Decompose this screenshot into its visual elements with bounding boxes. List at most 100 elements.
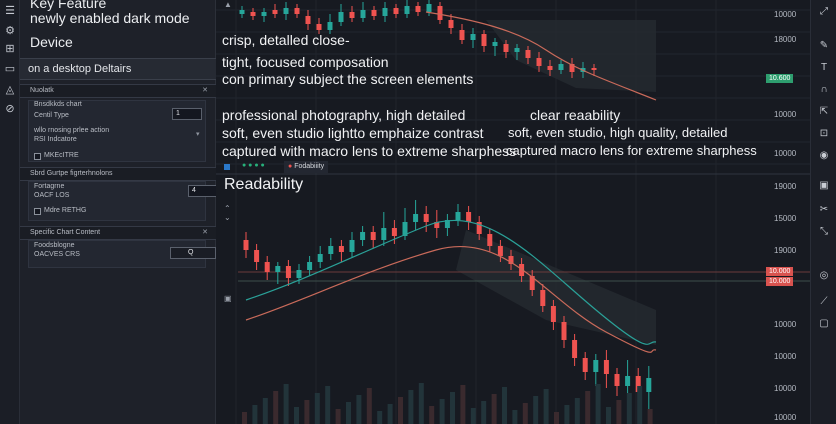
volume-bar <box>242 412 247 424</box>
top-candle-body <box>492 42 498 46</box>
text-icon[interactable]: T <box>818 62 830 74</box>
price-label: 15000 <box>774 214 797 223</box>
collapse-icon[interactable]: ✕ <box>202 227 208 239</box>
top-candle-body <box>305 16 311 24</box>
bottom-candle-body <box>593 360 599 372</box>
top-candle-body <box>558 64 564 70</box>
expand-chevron-icon[interactable]: ⌄ <box>224 213 231 222</box>
expand-icon[interactable]: ⤢ <box>818 6 830 18</box>
section-specific[interactable]: Specific Chart Content ✕ <box>20 226 216 240</box>
centil-type-value: 1 <box>176 110 180 117</box>
collapse-chevron-icon[interactable]: ⌃ <box>224 204 231 213</box>
eye-icon[interactable]: ◉ <box>818 150 830 162</box>
bottom-candle-body <box>603 360 609 374</box>
bottom-candle-body <box>317 254 323 262</box>
mkeritre-checkbox[interactable] <box>34 153 41 160</box>
price-label: 10000 <box>774 413 797 422</box>
arrow-up-icon[interactable]: ▲ <box>224 0 232 9</box>
price-label: 10000 <box>774 320 797 329</box>
link-icon[interactable]: ⊘ <box>3 102 17 116</box>
volume-bar <box>533 396 539 424</box>
bottom-candle-body <box>625 376 631 386</box>
collapse-icon[interactable]: ✕ <box>202 85 208 97</box>
oacvs-label: OACVES CRS <box>34 251 80 258</box>
volume-bar <box>637 386 643 424</box>
camera-icon[interactable]: ▣ <box>818 180 830 192</box>
rsi-line1: wllo rnosing prlee action <box>34 127 110 134</box>
centil-type-field[interactable]: 1 <box>172 108 202 120</box>
volume-bar <box>377 411 383 424</box>
top-candle-body <box>382 8 388 16</box>
top-candle-body <box>448 20 454 28</box>
volume-bar <box>252 405 258 424</box>
dark-mode-label: newly enabled dark mode <box>30 10 190 26</box>
overlay-line3: con primary subject the screen elements <box>222 71 474 87</box>
volume-bar <box>502 387 507 424</box>
mkeritre-label: MKEcITRE <box>44 152 79 159</box>
top-candle-body <box>525 50 531 58</box>
volume-bar <box>398 397 403 424</box>
top-candle-body <box>371 10 377 16</box>
bottom-candle-body <box>307 262 313 270</box>
top-candle-body <box>316 24 322 30</box>
left-toolbar: ☰ ⚙ ⊞ ▭ ◬ ⊘ <box>0 0 20 424</box>
mdre-label: Mdre RETHG <box>44 207 87 214</box>
price-label: 18000 <box>774 35 797 44</box>
brush-icon[interactable]: ⤡ <box>818 226 830 238</box>
top-candle-body <box>503 44 509 52</box>
ruler-icon[interactable]: ⟋ <box>818 296 830 308</box>
section-sbrd[interactable]: Sbrd Gurtpe figrterhnolons <box>20 167 216 181</box>
bottom-candle-body <box>285 266 291 278</box>
volume-bar <box>387 404 393 424</box>
trash-icon[interactable]: ▢ <box>818 318 830 330</box>
square-icon[interactable]: ▭ <box>3 62 17 76</box>
pencil-icon[interactable]: ✎ <box>818 40 830 52</box>
arrow-icon[interactable]: ⇱ <box>818 106 830 118</box>
top-candle-body <box>404 6 410 14</box>
gear-icon[interactable]: ⚙ <box>3 24 17 38</box>
legend-indicator[interactable]: ● Fodabiiity <box>284 161 329 173</box>
volume-bar <box>512 410 518 424</box>
bottom-candle-body <box>391 228 397 236</box>
overlay-line9: captured macro lens for extreme sharphes… <box>506 143 757 158</box>
bottom-candle-body <box>296 270 302 278</box>
top-candle-body <box>349 12 355 18</box>
overlay-line8: soft, even studio, high quality, detaile… <box>508 125 728 140</box>
bottom-candle-body <box>455 212 461 220</box>
bottom-candle-body <box>572 340 578 358</box>
volume-bar <box>273 391 279 424</box>
bottom-candle-body <box>413 214 419 222</box>
price-label: 10000 <box>774 352 797 361</box>
legend-dots-icon[interactable]: ● ● ● ● <box>242 162 265 169</box>
top-candle-body <box>547 66 553 70</box>
volume-bar <box>314 393 320 424</box>
bottom-candle-body <box>243 240 249 250</box>
target-icon[interactable]: ◎ <box>818 270 830 282</box>
pane-icon[interactable]: ▣ <box>224 294 232 303</box>
top-candle-body <box>283 8 289 14</box>
top-candle-body <box>536 58 542 66</box>
oacvs-field[interactable]: Q <box>170 247 216 259</box>
drop-icon[interactable]: ◬ <box>3 83 17 97</box>
volume-bar <box>429 406 435 424</box>
magnet-icon[interactable]: ∩ <box>818 84 830 96</box>
mdre-checkbox[interactable] <box>34 208 41 215</box>
rsi-indicator-label: RSI Indcatore <box>34 136 77 143</box>
bottom-candle-body <box>275 266 281 272</box>
dropdown-icon[interactable]: ▾ <box>196 130 200 138</box>
lock-icon[interactable]: ⊡ <box>818 128 830 140</box>
layout-icon[interactable]: ⊞ <box>3 42 17 56</box>
bottom-candle-body <box>497 246 503 256</box>
scissors-icon[interactable]: ✂ <box>818 204 830 216</box>
section-nuolatk[interactable]: Nuolatk ✕ <box>20 84 216 98</box>
menu-icon[interactable]: ☰ <box>3 4 17 18</box>
chart-area[interactable]: crisp, detalled close- tight, focused co… <box>216 0 810 424</box>
bottom-candle-body <box>540 290 546 306</box>
overlay-line7: clear reaability <box>530 107 621 123</box>
top-candle-body <box>327 22 333 30</box>
price-label: 19000 <box>774 182 797 191</box>
price-label: 10000 <box>774 10 797 19</box>
desktop-details-row[interactable]: on a desktop Deltairs <box>20 58 216 80</box>
bottom-candle-body <box>381 228 387 240</box>
volume-bar <box>522 403 528 424</box>
